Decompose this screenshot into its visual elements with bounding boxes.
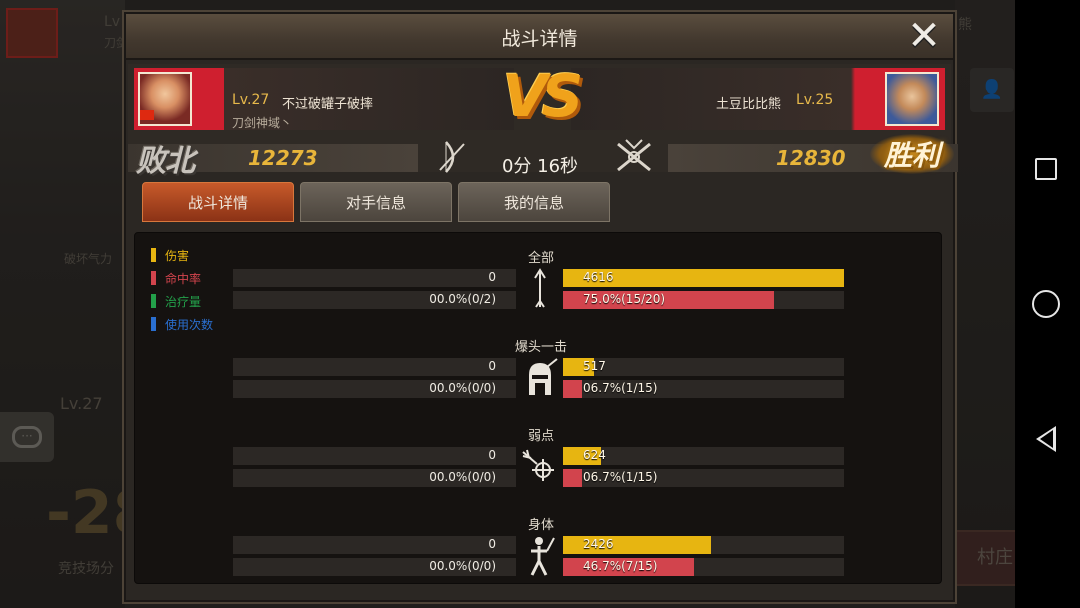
- legend-healing-swatch: [151, 294, 156, 308]
- right-hit-row: 06.7%(1/15): [563, 380, 844, 398]
- legend-hit-rate-label: 命中率: [165, 272, 202, 286]
- body-icon: [530, 537, 555, 576]
- left-hit-row: 00.0%(0/0): [233, 469, 516, 487]
- section-title-body: 身体: [527, 518, 554, 533]
- left-player-name: 不过破罐子破摔: [282, 97, 374, 112]
- battle-detail-dialog: 战斗详情 ✕ Lv.27 不过破罐子破摔 刀剑神域丶 土豆比比熊 Lv.25 V…: [124, 12, 958, 602]
- legend-hit-rate-swatch: [151, 271, 156, 285]
- battle-duration: 0分 16秒: [501, 156, 579, 177]
- right-hit-bar: [563, 380, 582, 398]
- dialog-title: 战斗详情: [501, 28, 578, 50]
- legend-hit-rate: 命中率: [151, 268, 241, 288]
- left-hit-value: 00.0%(0/0): [429, 470, 496, 484]
- left-hit-row: 00.0%(0/0): [233, 558, 516, 576]
- right-hit-value: 06.7%(1/15): [583, 381, 658, 395]
- left-damage-row: 0: [233, 536, 516, 554]
- legend-damage-label: 伤害: [165, 249, 190, 263]
- left-hit-row: 00.0%(0/0): [233, 380, 516, 398]
- right-hit-row: 06.7%(1/15): [563, 469, 844, 487]
- legend-use-count: 使用次数: [151, 314, 241, 334]
- left-player-score: 12273: [248, 146, 318, 170]
- right-damage-value: 624: [583, 448, 606, 462]
- right-damage-row: 4616: [563, 269, 844, 287]
- right-hit-value: 46.7%(7/15): [583, 559, 658, 573]
- back-icon[interactable]: [1036, 426, 1056, 452]
- legend-use-count-label: 使用次数: [165, 318, 214, 332]
- left-damage-row: 0: [233, 269, 516, 287]
- left-hit-value: 00.0%(0/2): [429, 292, 496, 306]
- right-damage-value: 2426: [583, 537, 614, 551]
- legend-damage: 伤害: [151, 245, 241, 265]
- left-damage-value: 0: [488, 537, 496, 551]
- legend-use-count-swatch: [151, 317, 156, 331]
- section-title-weakpoint: 弱点: [527, 429, 554, 444]
- stats-panel: 伤害 命中率 治疗量 使用次数 全部 0 00.0%(0/2) 4616 75.…: [134, 232, 942, 584]
- left-damage-row: 0: [233, 358, 516, 376]
- right-damage-value: 4616: [583, 270, 614, 284]
- section-title-all: 全部: [527, 251, 554, 266]
- left-player-guild: 刀剑神域丶: [232, 116, 293, 130]
- tab-opponent-info[interactable]: 对手信息: [300, 182, 452, 222]
- right-damage-row: 2426: [563, 536, 844, 554]
- arrow-up-icon: [534, 268, 546, 308]
- right-hit-value: 06.7%(1/15): [583, 470, 658, 484]
- legend-healing-label: 治疗量: [165, 295, 202, 309]
- right-player-level: Lv.25: [796, 92, 834, 108]
- left-result-defeat: 败北: [136, 144, 195, 179]
- weakpoint-icon: [522, 449, 554, 481]
- legend-healing: 治疗量: [151, 291, 241, 311]
- right-player-name: 土豆比比熊: [716, 97, 782, 112]
- right-hit-bar: [563, 469, 582, 487]
- legend-damage-swatch: [151, 248, 156, 262]
- right-damage-row: 624: [563, 447, 844, 465]
- recent-apps-icon[interactable]: [1035, 158, 1057, 180]
- left-damage-value: 0: [488, 448, 496, 462]
- section-title-headshot: 爆头一击: [514, 340, 567, 355]
- home-icon[interactable]: [1032, 290, 1060, 318]
- left-hit-value: 00.0%(0/0): [429, 381, 496, 395]
- right-hit-value: 75.0%(15/20): [583, 292, 666, 306]
- left-damage-value: 0: [488, 359, 496, 373]
- right-player-avatar[interactable]: [885, 72, 939, 126]
- tab-my-info[interactable]: 我的信息: [458, 182, 610, 222]
- left-damage-value: 0: [488, 270, 496, 284]
- right-player-score: 12830: [776, 146, 846, 170]
- right-damage-value: 517: [583, 359, 606, 373]
- right-damage-row: 517: [563, 358, 844, 376]
- helmet-icon: [529, 358, 558, 395]
- close-icon[interactable]: ✕: [904, 16, 944, 56]
- match-header: Lv.27 不过破罐子破摔 刀剑神域丶 土豆比比熊 Lv.25 VS 败北 12…: [128, 62, 958, 179]
- vs-logo: VS: [502, 62, 584, 130]
- left-hit-value: 00.0%(0/0): [429, 559, 496, 573]
- china-flag-icon: [140, 110, 154, 120]
- left-damage-row: 0: [233, 447, 516, 465]
- dialog-title-bar: 战斗详情 ✕: [126, 14, 953, 60]
- bow-weapon-icon: [439, 141, 465, 173]
- right-hit-row: 75.0%(15/20): [563, 291, 844, 309]
- crossbow-weapon-icon: [617, 139, 651, 172]
- tab-battle-details[interactable]: 战斗详情: [142, 182, 294, 222]
- right-result-victory: 胜利: [870, 134, 954, 174]
- left-hit-row: 00.0%(0/2): [233, 291, 516, 309]
- left-player-level: Lv.27: [232, 92, 270, 108]
- right-hit-row: 46.7%(7/15): [563, 558, 844, 576]
- game-screen: Lv 刀剑 破坏气力 Lv.27 -28 竞技场分 熊 ··· 👤 ✉ 村庄 战…: [0, 0, 1080, 608]
